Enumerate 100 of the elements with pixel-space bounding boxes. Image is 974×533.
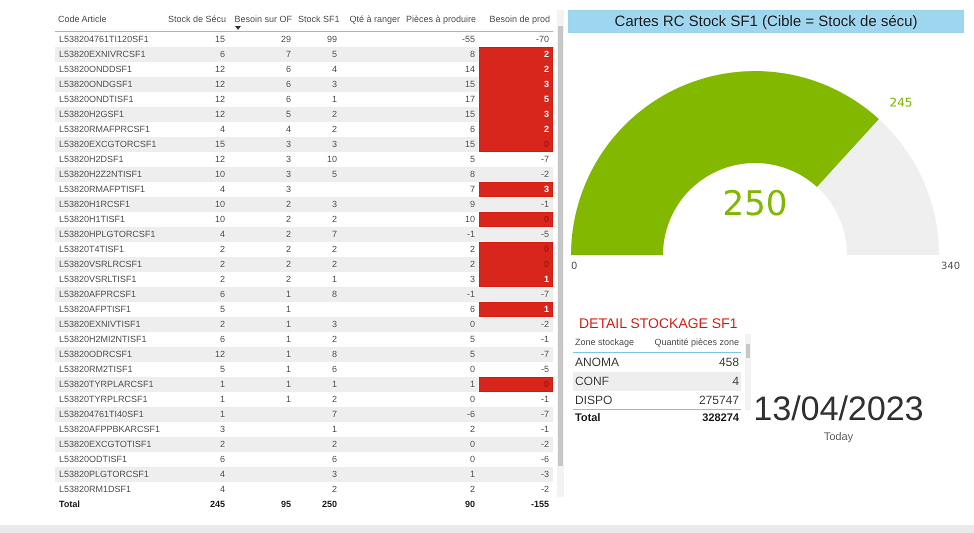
table-cell: 2 [295, 122, 341, 136]
table-cell: L53820H1TISF1 [55, 212, 165, 226]
table-cell: L53820AFPTISF1 [55, 302, 165, 316]
table-cell: 4 [165, 182, 229, 196]
table-cell: 15 [165, 136, 229, 152]
table-cell: 2 [165, 256, 229, 272]
table-cell: L53820RM1DSF1 [55, 482, 165, 496]
date-label: Today [824, 431, 854, 443]
table-cell: 2 [229, 226, 295, 242]
table-cell: L53820H2MI2NTISF1 [55, 332, 165, 346]
table-cell: 2 [295, 256, 341, 272]
table-cell: 2 [479, 122, 553, 136]
table-cell: 2 [229, 256, 295, 272]
table-cell: 458 [642, 352, 741, 372]
table-cell: -70 [479, 32, 553, 46]
table-cell: 6 [403, 302, 479, 316]
gauge-value: 250 [722, 184, 788, 224]
table-cell: L53820ONDDSF1 [55, 62, 165, 76]
table-cell: 2 [403, 256, 479, 272]
table-cell: L53820H2GSF1 [55, 106, 165, 122]
table-cell: 7 [229, 46, 295, 62]
total-cell-text: -155 [530, 498, 550, 511]
table-cell: -1 [479, 422, 553, 436]
table-cell: 8 [295, 346, 341, 362]
table-cell: 2 [295, 482, 341, 496]
scrollbar[interactable] [557, 10, 564, 496]
table-cell: 8 [403, 166, 479, 182]
gauge-max-label: 340 [941, 261, 960, 272]
table-cell: 4 [229, 122, 295, 136]
table-cell: 2 [403, 482, 479, 496]
table-cell: L53820AFPPBKARCSF1 [55, 422, 165, 436]
table-cell: 6 [229, 62, 295, 76]
table-cell: L53820H1RCSF1 [55, 196, 165, 212]
table-cell: -55 [403, 32, 479, 46]
table-cell: 12 [165, 152, 229, 166]
table-cell: 10 [295, 152, 341, 166]
table-cell: 1 [295, 272, 341, 286]
table-cell: 2 [295, 436, 341, 452]
table-cell: 3 [479, 182, 553, 196]
table-cell: L53820ODRCSF1 [55, 346, 165, 362]
table-cell: 5 [295, 46, 341, 62]
table-cell: 1 [229, 316, 295, 332]
table-cell: 3 [229, 152, 295, 166]
total-cell-text: 90 [464, 498, 476, 511]
table-cell: 1 [479, 272, 553, 286]
table-cell: -1 [479, 332, 553, 346]
table-cell: 7 [295, 226, 341, 242]
table-cell: 6 [165, 286, 229, 302]
table-cell: 10 [403, 212, 479, 226]
table-cell: 0 [403, 362, 479, 376]
table-cell: 2 [295, 242, 341, 256]
scrollbar[interactable] [745, 334, 751, 410]
table-cell: 0 [403, 436, 479, 452]
table-cell: 4 [295, 62, 341, 76]
table-cell: -2 [479, 436, 553, 452]
table-cell: -7 [479, 152, 553, 166]
table-cell: 3 [295, 76, 341, 92]
table-cell: 1 [229, 286, 295, 302]
table-cell: 0 [479, 256, 553, 272]
table-cell: -7 [479, 286, 553, 302]
table-cell: 3 [295, 136, 341, 152]
table-cell: 0 [403, 452, 479, 466]
table-cell: 1 [295, 92, 341, 106]
table-cell: 2 [165, 272, 229, 286]
table-cell: -5 [479, 362, 553, 376]
table-cell: L53820RMAFPTISF1 [55, 182, 165, 196]
table-cell: 2 [403, 422, 479, 436]
table-cell: 2 [165, 242, 229, 256]
gauge-min-label: 0 [571, 261, 578, 272]
table-cell: L53820T4TISF1 [55, 242, 165, 256]
table-cell: -7 [479, 346, 553, 362]
table-cell: 5 [403, 332, 479, 346]
table-cell: 3 [229, 136, 295, 152]
table-cell: 7 [403, 182, 479, 196]
date-value: 13/04/2023 [753, 390, 924, 429]
table-cell: L53820PLGTORCSF1 [55, 466, 165, 482]
total-cell: Total [573, 410, 643, 426]
table-cell: 2 [165, 316, 229, 332]
table-cell: 3 [229, 166, 295, 182]
table-cell: 6 [295, 452, 341, 466]
table-cell: 5 [295, 166, 341, 182]
table-cell: -2 [479, 316, 553, 332]
table-cell: 1 [229, 346, 295, 362]
table-cell: 4 [165, 226, 229, 242]
table-cell: 3 [165, 422, 229, 436]
total-cell-text: 245 [208, 498, 226, 511]
table-cell: 2 [295, 106, 341, 122]
table-cell: 0 [403, 392, 479, 406]
table-cell: L53820RMAFPRCSF1 [55, 122, 165, 136]
table-cell: L53820TYRPLRCSF1 [55, 392, 165, 406]
table-cell: 99 [295, 32, 341, 46]
table-cell: 8 [403, 46, 479, 62]
table-cell: 5 [165, 362, 229, 376]
table-cell: 8 [295, 286, 341, 302]
table-cell: 6 [229, 76, 295, 92]
table-cell: 6 [403, 122, 479, 136]
table-cell: -7 [479, 406, 553, 422]
table-cell: L538204761TI40SF1 [55, 406, 165, 422]
table-cell: L538204761TI120SF1 [55, 32, 165, 46]
table-cell: -1 [403, 286, 479, 302]
